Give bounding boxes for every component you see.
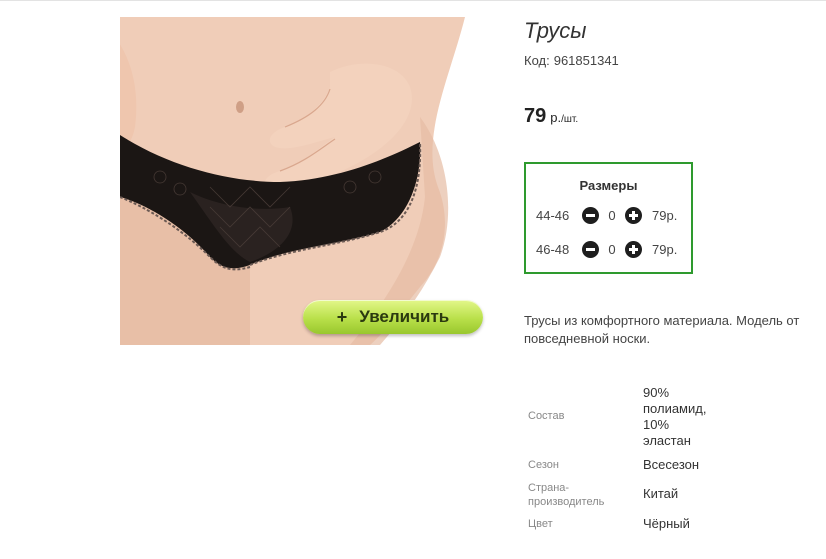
plus-circle-icon[interactable] [625,206,642,224]
spec-value-country: Китай [643,486,679,501]
zoom-button[interactable]: + Увеличить [303,300,483,334]
spec-value-line: полиамид, [643,401,707,416]
product-code-value: 961851341 [553,53,619,68]
size-row: 46-48 0 79р. [536,239,677,259]
spec-value-line: 10% [643,417,670,432]
spec-label-line: Страна- [528,482,570,494]
zoom-button-label: Увеличить [359,307,450,326]
product-code-label: Код: [524,53,550,68]
spec-value-line: эластан [643,433,691,448]
price-currency: р. [550,110,562,125]
product-description: Трусы из комфортного материала. Модель о… [524,313,800,346]
size-price: 79р. [652,207,678,223]
product-title: Трусы [524,18,587,43]
spec-label-color: Цвет [528,518,553,530]
spec-label-season: Сезон [528,459,559,471]
spec-label-composition: Состав [528,410,565,422]
size-price: 79р. [652,241,678,257]
size-quantity: 0 [608,241,616,257]
top-divider [0,0,826,1]
spec-label-line: производитель [528,496,605,508]
product-photo[interactable]: + Увеличить [120,17,494,345]
product-price: 79 р./шт. [524,105,578,128]
product-photo-illustration [120,17,494,345]
minus-circle-icon[interactable] [582,206,599,224]
size-quantity: 0 [608,207,616,223]
plus-circle-icon[interactable] [625,240,642,258]
spec-value-line: 90% [643,385,670,400]
size-label: 44-46 [536,207,570,223]
sizes-panel: Размеры 44-46 0 79р. 46-48 0 79р. [524,162,693,274]
product-code: Код: 961851341 [524,53,619,68]
price-amount: 79 [524,105,547,127]
spec-label-country: Страна- производитель [528,481,604,509]
price-unit: р./шт. [550,110,578,125]
price-unit-suffix: /шт. [561,114,579,125]
spec-value-season: Всесезон [643,457,700,472]
spec-value-composition: 90% полиамид, 10% эластан [643,385,706,449]
plus-icon: + [336,306,348,327]
size-label: 46-48 [536,241,570,257]
spec-value-color: Чёрный [643,516,690,531]
minus-circle-icon[interactable] [582,240,599,258]
sizes-title: Размеры [579,178,638,193]
size-row: 44-46 0 79р. [536,205,677,225]
